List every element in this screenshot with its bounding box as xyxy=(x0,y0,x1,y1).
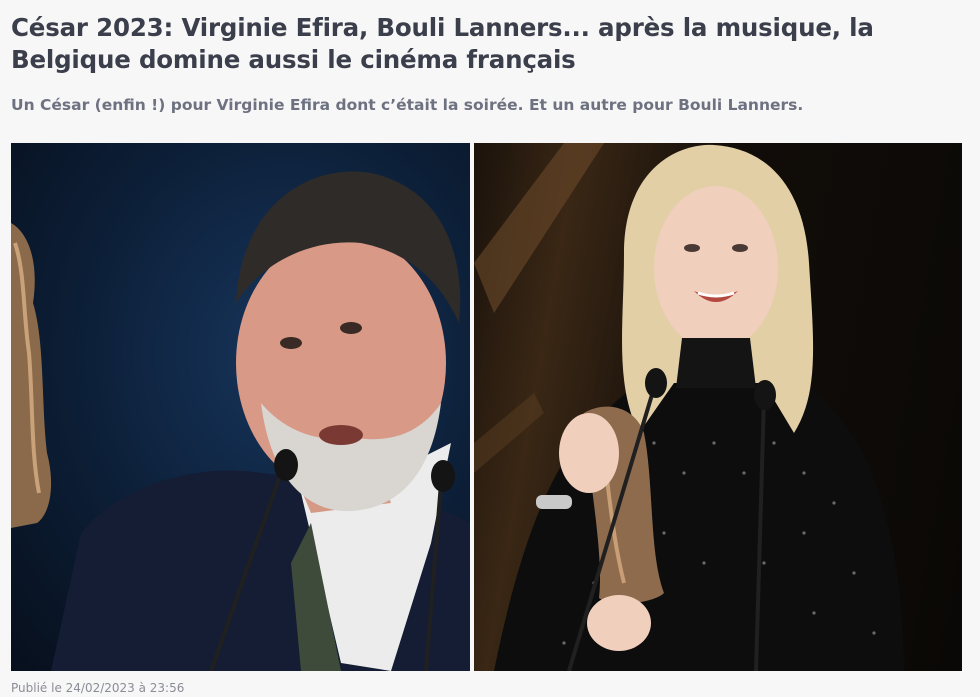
woman-with-trophy-illustration xyxy=(474,143,904,671)
man-with-trophy-illustration xyxy=(11,171,470,671)
article-subtitle: Un César (enfin !) pour Virginie Efira d… xyxy=(11,96,804,114)
photo-virginie-efira xyxy=(474,143,962,671)
photo-bouli-lanners xyxy=(11,143,470,671)
article-headline: César 2023: Virginie Efira, Bouli Lanner… xyxy=(11,13,874,74)
publish-date: Publié le 24/02/2023 à 23:56 xyxy=(11,681,185,695)
